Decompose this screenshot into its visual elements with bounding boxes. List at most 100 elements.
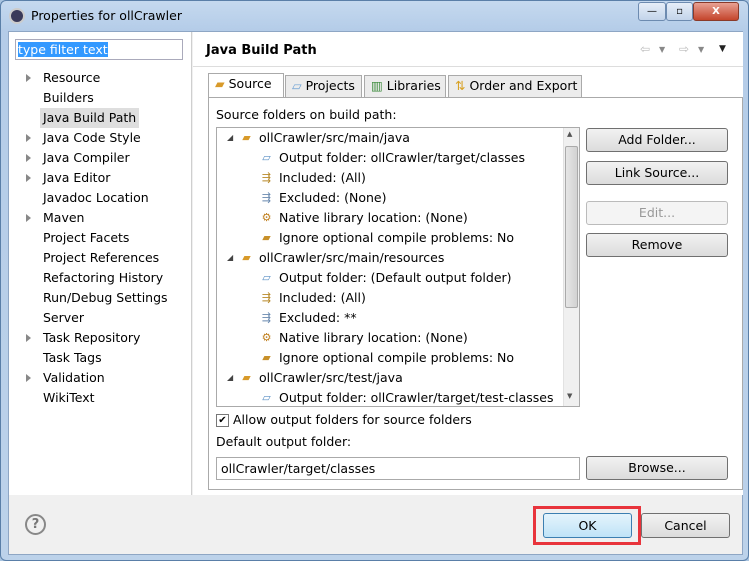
nav-item[interactable]: Java Build Path bbox=[40, 108, 140, 128]
tree-item-label: Included: (All) bbox=[279, 170, 366, 185]
remove-button[interactable]: Remove bbox=[586, 233, 728, 257]
ok-button[interactable]: OK bbox=[543, 513, 632, 538]
tree-item-label: Included: (All) bbox=[279, 290, 366, 305]
cancel-button[interactable]: Cancel bbox=[641, 513, 730, 538]
back-dropdown-icon[interactable]: ▼ bbox=[659, 45, 665, 54]
source-folder-icon: ▰ bbox=[242, 371, 251, 384]
nav-item[interactable]: Run/Debug Settings bbox=[40, 288, 171, 308]
expand-arrow-icon[interactable] bbox=[26, 374, 31, 382]
expand-arrow-icon[interactable] bbox=[26, 174, 31, 182]
forward-dropdown-icon[interactable]: ▼ bbox=[698, 45, 704, 54]
close-button[interactable]: X bbox=[693, 2, 739, 21]
tree-item-label: Ignore optional compile problems: No bbox=[279, 350, 515, 365]
order-export-tab-icon: ⇅ bbox=[455, 78, 466, 93]
nav-item[interactable]: Resource bbox=[40, 68, 103, 88]
tree-item-label: Excluded: (None) bbox=[279, 190, 387, 205]
tab-label: Projects bbox=[305, 78, 355, 93]
tree-item-label: Output folder: (Default output folder) bbox=[279, 270, 512, 285]
back-arrow-icon[interactable]: ⇦ bbox=[640, 42, 650, 56]
ignore-problems-icon: ▰ bbox=[262, 231, 271, 244]
collapse-triangle-icon[interactable]: ◢ bbox=[227, 128, 233, 148]
window-title: Properties for ollCrawler bbox=[31, 8, 182, 23]
nav-item[interactable]: Project References bbox=[40, 248, 162, 268]
nav-item[interactable]: Javadoc Location bbox=[40, 188, 152, 208]
nav-item[interactable]: Server bbox=[40, 308, 87, 328]
native-library-icon: ⚙ bbox=[261, 211, 272, 224]
source-folders-tree[interactable]: ◢ ▰ ollCrawler/src/main/java ▱ Output folder… bbox=[216, 127, 580, 407]
tab-libraries[interactable]: ▥ Libraries bbox=[364, 75, 446, 97]
expand-arrow-icon[interactable] bbox=[26, 134, 31, 142]
link-source-button[interactable]: Link Source... bbox=[586, 161, 728, 185]
nav-item[interactable]: Builders bbox=[40, 88, 97, 108]
exclusion-filter-icon: ⇶ bbox=[261, 311, 272, 324]
native-library-icon: ⚙ bbox=[261, 331, 272, 344]
header-separator bbox=[193, 66, 743, 67]
output-folder-icon: ▱ bbox=[262, 151, 271, 164]
tab-label: Order and Export bbox=[469, 78, 578, 93]
nav-item[interactable]: Java Editor bbox=[40, 168, 113, 188]
nav-item[interactable]: Java Code Style bbox=[40, 128, 144, 148]
expand-arrow-icon[interactable] bbox=[26, 334, 31, 342]
tree-item-label: Output folder: ollCrawler/target/test-cl… bbox=[279, 390, 554, 405]
nav-item[interactable]: Project Facets bbox=[40, 228, 132, 248]
scroll-up-icon[interactable]: ▲ bbox=[567, 130, 572, 138]
collapse-triangle-icon[interactable]: ◢ bbox=[227, 248, 233, 268]
default-output-folder-label: Default output folder: bbox=[216, 434, 352, 449]
tree-item-label: ollCrawler/src/test/java bbox=[259, 370, 403, 385]
tree-item-label: Native library location: (None) bbox=[279, 210, 468, 225]
allow-output-folders-checkbox[interactable]: ✔ bbox=[216, 414, 229, 427]
expand-arrow-icon[interactable] bbox=[26, 74, 31, 82]
nav-item[interactable]: Task Tags bbox=[40, 348, 105, 368]
ignore-problems-icon: ▰ bbox=[262, 351, 271, 364]
inclusion-filter-icon: ⇶ bbox=[261, 171, 272, 184]
browse-button[interactable]: Browse... bbox=[586, 456, 728, 480]
tree-item-label: ollCrawler/src/main/java bbox=[259, 130, 410, 145]
tab-label: Libraries bbox=[386, 78, 441, 93]
add-folder-button[interactable]: Add Folder... bbox=[586, 128, 728, 152]
help-icon[interactable]: ? bbox=[25, 514, 46, 535]
scroll-down-icon[interactable]: ▼ bbox=[567, 392, 572, 400]
nav-item[interactable]: Java Compiler bbox=[40, 148, 133, 168]
collapse-triangle-icon[interactable]: ◢ bbox=[227, 368, 233, 388]
tab-label: Source bbox=[228, 76, 272, 91]
expand-arrow-icon[interactable] bbox=[26, 154, 31, 162]
nav-item[interactable]: Refactoring History bbox=[40, 268, 166, 288]
property-page: Java Build Path ⇦ ▼ ⇨ ▼ ▼ ▰ Source ▱ Pro… bbox=[193, 32, 743, 495]
default-output-folder-input[interactable]: ollCrawler/target/classes bbox=[216, 457, 580, 480]
nav-item[interactable]: Task Repository bbox=[40, 328, 143, 348]
filter-text: type filter text bbox=[18, 42, 108, 57]
nav-item[interactable]: Maven bbox=[40, 208, 87, 228]
tab-source[interactable]: ▰ Source bbox=[208, 73, 284, 98]
tree-scrollbar[interactable]: ▲ ▼ bbox=[563, 128, 579, 406]
exclusion-filter-icon: ⇶ bbox=[261, 191, 272, 204]
page-title: Java Build Path bbox=[206, 43, 317, 58]
nav-item[interactable]: WikiText bbox=[40, 388, 98, 408]
source-tab-icon: ▰ bbox=[215, 76, 225, 91]
scroll-thumb[interactable] bbox=[565, 146, 578, 308]
allow-output-folders-label[interactable]: Allow output folders for source folders bbox=[233, 412, 472, 427]
source-folder-icon: ▰ bbox=[242, 131, 251, 144]
maximize-button[interactable]: ▫ bbox=[666, 2, 693, 21]
tree-item-label: Excluded: ** bbox=[279, 310, 357, 325]
output-folder-icon: ▱ bbox=[262, 271, 271, 284]
dialog-body: type filter text Resource Builders Java Bu… bbox=[8, 31, 743, 555]
title-bar: Properties for ollCrawler — ▫ X bbox=[1, 1, 749, 31]
eclipse-app-icon bbox=[9, 8, 25, 24]
edit-button[interactable]: Edit... bbox=[586, 201, 728, 225]
tab-order-and-export[interactable]: ⇅ Order and Export bbox=[448, 75, 582, 97]
minimize-button[interactable]: — bbox=[638, 2, 666, 21]
filter-input[interactable]: type filter text bbox=[15, 39, 183, 60]
tree-item-label: Output folder: ollCrawler/target/classes bbox=[279, 150, 525, 165]
tab-projects[interactable]: ▱ Projects bbox=[285, 75, 362, 97]
expand-arrow-icon[interactable] bbox=[26, 214, 31, 222]
source-tab-panel: Source folders on build path: ◢ ▰ ollCrawl… bbox=[208, 97, 743, 490]
tree-item-label: ollCrawler/src/main/resources bbox=[259, 250, 445, 265]
libraries-tab-icon: ▥ bbox=[371, 78, 383, 93]
tree-item-label: Native library location: (None) bbox=[279, 330, 468, 345]
nav-item[interactable]: Validation bbox=[40, 368, 108, 388]
forward-arrow-icon[interactable]: ⇨ bbox=[679, 42, 689, 56]
preference-nav: type filter text Resource Builders Java Bu… bbox=[9, 32, 192, 495]
source-folder-icon: ▰ bbox=[242, 251, 251, 264]
view-menu-icon[interactable]: ▼ bbox=[719, 44, 726, 54]
output-folder-icon: ▱ bbox=[262, 391, 271, 404]
